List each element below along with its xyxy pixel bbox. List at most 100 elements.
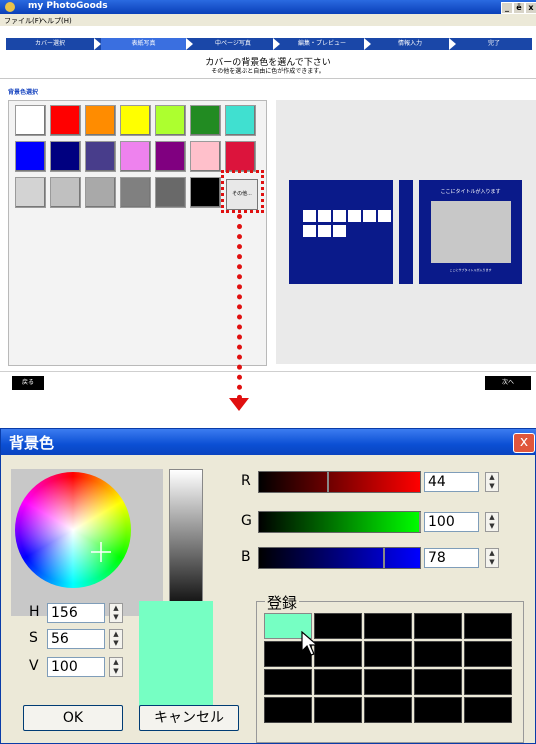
register-slot[interactable] xyxy=(464,669,512,695)
s-value-input[interactable]: 56 xyxy=(47,629,105,649)
spinner-arrows-icon[interactable]: ▲ ▼ xyxy=(109,657,123,677)
page-subheading: その他を選ぶと自由に色が作成できます。 xyxy=(211,68,325,75)
color-swatch[interactable] xyxy=(15,141,46,172)
color-swatch[interactable] xyxy=(190,105,221,136)
register-slot[interactable] xyxy=(414,669,462,695)
photo-tile xyxy=(348,210,361,222)
photo-tile xyxy=(303,225,316,237)
register-slot[interactable] xyxy=(464,613,512,639)
spinner-arrows-icon[interactable]: ▲ ▼ xyxy=(485,472,499,492)
back-button[interactable]: 戻る xyxy=(12,376,44,390)
maximize-button[interactable]: ё xyxy=(513,2,525,14)
color-swatch[interactable] xyxy=(85,177,116,208)
color-swatch[interactable] xyxy=(15,105,46,136)
register-slot[interactable] xyxy=(364,697,412,723)
spinner-arrows-icon[interactable]: ▲ ▼ xyxy=(485,548,499,568)
cover-subtitle-text: ここにサブタイトルが入ります xyxy=(449,268,492,272)
register-slot[interactable] xyxy=(464,641,512,667)
color-swatch[interactable] xyxy=(15,177,46,208)
pointer-arrow-line xyxy=(237,214,242,400)
step-cover-photo[interactable]: 表紙写真 xyxy=(101,38,186,50)
color-swatch[interactable] xyxy=(155,177,186,208)
color-swatch[interactable] xyxy=(120,141,151,172)
register-slot[interactable] xyxy=(264,697,312,723)
color-wheel[interactable] xyxy=(15,472,131,588)
color-swatch[interactable] xyxy=(50,177,81,208)
register-slot[interactable] xyxy=(364,613,412,639)
slider-thumb[interactable] xyxy=(327,472,329,492)
slider-thumb[interactable] xyxy=(383,548,385,568)
register-slot[interactable] xyxy=(314,613,362,639)
step-cover-select[interactable]: カバー選択 xyxy=(6,38,94,50)
chevron-right-icon xyxy=(364,38,371,50)
step-info-input[interactable]: 情報入力 xyxy=(371,38,449,50)
background-color-dialog: 背景色 x R 44 ▲ ▼ G 100 ▲ ▼ B 78 ▲ ▼ H 156 ▲ ▼ S 56 ▲ ▼ V 100 ▲ ▼… xyxy=(0,428,536,744)
h-value-input[interactable]: 156 xyxy=(47,603,105,623)
color-swatch[interactable] xyxy=(225,105,256,136)
step-inner-photos[interactable]: 中ページ写真 xyxy=(193,38,273,50)
color-wheel-box xyxy=(11,469,163,616)
app-title: my PhotoGoods xyxy=(28,1,108,11)
register-slot[interactable] xyxy=(414,641,462,667)
photo-tile xyxy=(333,210,346,222)
register-slot[interactable] xyxy=(364,641,412,667)
step-edit-preview[interactable]: 編集・プレビュー xyxy=(280,38,364,50)
ok-button[interactable]: OK xyxy=(23,705,123,731)
swatch-panel xyxy=(8,100,267,366)
crosshair-icon xyxy=(91,542,111,562)
register-slot[interactable] xyxy=(314,669,362,695)
color-swatch[interactable] xyxy=(120,177,151,208)
app-title-bar: my PhotoGoods _ ё x xyxy=(0,0,536,14)
register-slot[interactable] xyxy=(314,641,362,667)
value-gradient-slider[interactable] xyxy=(169,469,203,615)
register-slot[interactable] xyxy=(314,697,362,723)
spinner-arrows-icon[interactable]: ▲ ▼ xyxy=(109,629,123,649)
color-swatch[interactable] xyxy=(225,141,256,172)
register-slot[interactable] xyxy=(364,669,412,695)
h-label: H xyxy=(29,604,40,620)
close-window-button[interactable]: x xyxy=(525,2,536,14)
slider-thumb[interactable] xyxy=(419,512,421,532)
color-swatch[interactable] xyxy=(50,141,81,172)
dialog-title-bar: 背景色 x xyxy=(1,429,536,455)
menu-help[interactable]: ヘルプ(H) xyxy=(40,16,72,26)
color-swatch[interactable] xyxy=(50,105,81,136)
register-slot[interactable] xyxy=(414,613,462,639)
photo-tile xyxy=(318,225,331,237)
cover-front: ここにタイトルが入ります ここにサブタイトルが入ります xyxy=(419,180,522,284)
divider xyxy=(0,78,536,79)
register-slot[interactable] xyxy=(464,697,512,723)
color-swatch[interactable] xyxy=(85,105,116,136)
color-swatch[interactable] xyxy=(190,141,221,172)
color-swatch[interactable] xyxy=(85,141,116,172)
step-complete[interactable]: 完了 xyxy=(456,38,532,50)
minimize-button[interactable]: _ xyxy=(501,2,513,14)
r-slider[interactable] xyxy=(258,471,421,493)
cover-photo-placeholder xyxy=(431,201,511,263)
chevron-right-icon xyxy=(273,38,280,50)
g-slider[interactable] xyxy=(258,511,421,533)
color-swatch[interactable] xyxy=(120,105,151,136)
color-swatch[interactable] xyxy=(155,141,186,172)
cancel-button[interactable]: キャンセル xyxy=(139,705,239,731)
menu-bar: ファイル(F) ヘルプ(H) xyxy=(0,14,536,26)
next-button[interactable]: 次へ xyxy=(485,376,531,390)
register-slot[interactable] xyxy=(414,697,462,723)
g-value-input[interactable]: 100 xyxy=(424,512,479,532)
cover-spine xyxy=(399,180,413,284)
color-swatch[interactable] xyxy=(190,177,221,208)
spinner-arrows-icon[interactable]: ▲ ▼ xyxy=(485,512,499,532)
b-value-input[interactable]: 78 xyxy=(424,548,479,568)
cover-preview-panel: ここにタイトルが入ります ここにサブタイトルが入ります xyxy=(276,100,536,364)
color-swatch[interactable] xyxy=(155,105,186,136)
close-icon[interactable]: x xyxy=(513,433,535,453)
photo-tile xyxy=(318,210,331,222)
cover-back xyxy=(289,180,393,284)
register-slot[interactable] xyxy=(264,669,312,695)
spinner-arrows-icon[interactable]: ▲ ▼ xyxy=(109,603,123,623)
cover-title-text: ここにタイトルが入ります xyxy=(440,189,501,195)
b-slider[interactable] xyxy=(258,547,421,569)
r-value-input[interactable]: 44 xyxy=(424,472,479,492)
menu-file[interactable]: ファイル(F) xyxy=(4,16,42,26)
v-value-input[interactable]: 100 xyxy=(47,657,105,677)
